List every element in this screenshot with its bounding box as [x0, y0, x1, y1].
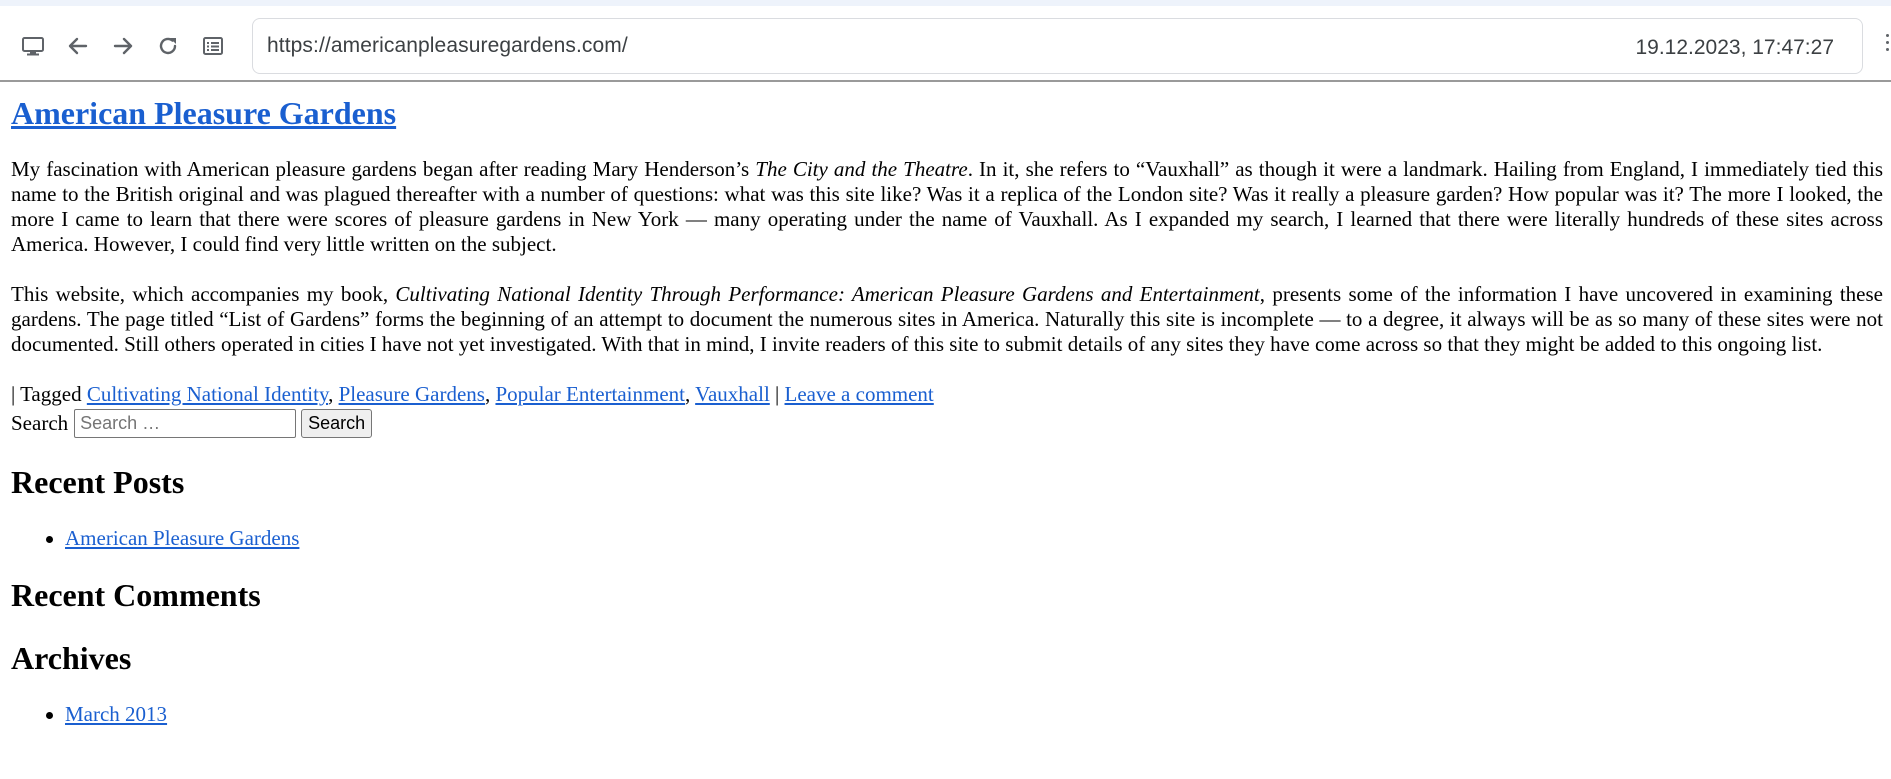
tag-separator: ,: [484, 382, 496, 406]
tag-link[interactable]: Cultivating National Identity: [87, 382, 328, 406]
search-input[interactable]: [74, 409, 297, 438]
list-item: American Pleasure Gardens: [46, 526, 1883, 551]
list-item: March 2013: [46, 702, 1883, 727]
post-meta: | Tagged Cultivating National Identity, …: [11, 382, 1883, 407]
reader-mode-icon[interactable]: [200, 33, 226, 59]
forward-arrow-icon[interactable]: [110, 33, 136, 59]
archives-heading: Archives: [11, 640, 132, 676]
book-title-italic: The City and the Theatre: [755, 157, 968, 181]
tag-link[interactable]: Vauxhall: [695, 382, 770, 406]
menu-dots-icon[interactable]: [1885, 34, 1891, 58]
browser-nav-icons: [20, 33, 245, 59]
tag-separator: ,: [328, 382, 339, 406]
site-title-link[interactable]: American Pleasure Gardens: [11, 95, 396, 131]
recent-posts-heading: Recent Posts: [11, 464, 185, 500]
url-text[interactable]: https://americanpleasuregardens.com/: [267, 34, 628, 58]
recent-posts-list: American Pleasure Gardens: [11, 526, 1883, 551]
search-form: Search Search: [11, 409, 1883, 438]
tagged-prefix: | Tagged: [11, 382, 87, 406]
search-label: Search: [11, 411, 69, 435]
tag-separator: ,: [685, 382, 696, 406]
address-bar[interactable]: https://americanpleasuregardens.com/ 19.…: [252, 18, 1863, 74]
leave-comment-link[interactable]: Leave a comment: [785, 382, 934, 406]
back-arrow-icon[interactable]: [65, 33, 91, 59]
site-title: American Pleasure Gardens: [11, 94, 1883, 132]
page-content: American Pleasure Gardens My fascination…: [0, 94, 1891, 727]
book-title-italic: Cultivating National Identity Through Pe…: [395, 282, 1260, 306]
post-paragraph-1: My fascination with American pleasure ga…: [11, 157, 1883, 257]
post-paragraph-2: This website, which accompanies my book,…: [11, 282, 1883, 357]
browser-toolbar: https://americanpleasuregardens.com/ 19.…: [0, 6, 1891, 82]
meta-pipe: |: [769, 382, 785, 406]
post-paragraph-2-text-a: This website, which accompanies my book,: [11, 282, 396, 306]
recent-comments-heading: Recent Comments: [11, 577, 261, 613]
tag-link[interactable]: Pleasure Gardens: [339, 382, 485, 406]
post-paragraph-1-text-a: My fascination with American pleasure ga…: [11, 157, 756, 181]
search-button[interactable]: Search: [301, 409, 373, 438]
recent-post-link[interactable]: American Pleasure Gardens: [65, 526, 299, 550]
timestamp: 19.12.2023, 17:47:27: [1635, 36, 1834, 59]
tag-link[interactable]: Popular Entertainment: [495, 382, 685, 406]
monitor-icon[interactable]: [20, 33, 46, 59]
reload-icon[interactable]: [155, 33, 181, 59]
archives-list: March 2013: [11, 702, 1883, 727]
archive-link[interactable]: March 2013: [65, 702, 167, 726]
